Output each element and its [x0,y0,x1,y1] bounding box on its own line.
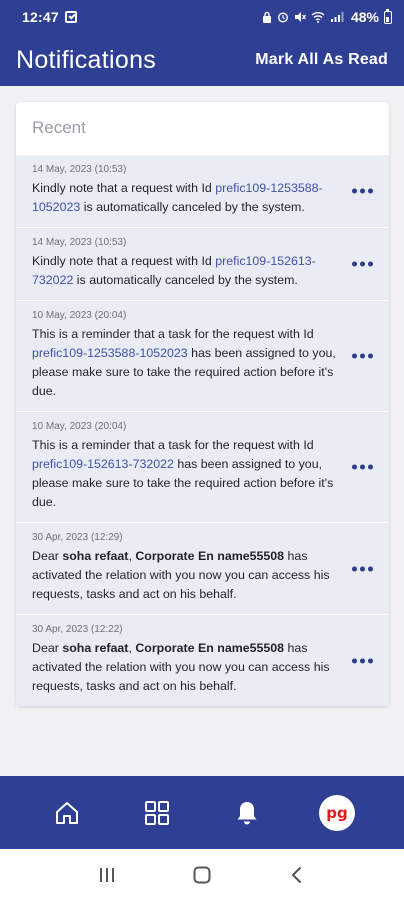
more-options-icon[interactable] [350,256,375,273]
notification-greeting: Dear [32,549,63,563]
notification-time: 10 May, 2023 (20:04) [32,310,127,321]
status-icons: 48% [262,8,392,25]
notification-greeting: Dear [32,641,63,655]
notification-text: This is a reminder that a task for the r… [32,325,337,401]
dashboard-icon [145,800,169,825]
notification-time: 30 Apr, 2023 (12:29) [32,532,123,543]
home-system-button[interactable] [182,855,222,895]
request-id-link[interactable]: prefic109-1253588-1052023 [32,346,188,360]
notification-text-after: is automatically canceled by the system. [80,200,305,214]
notification-item[interactable]: 30 Apr, 2023 (12:22) Dear soha refaat, C… [16,614,389,706]
nav-profile[interactable]: pg [312,788,362,838]
status-time: 12:47 [22,9,59,25]
notification-text-before: Kindly note that a request with Id [32,181,216,195]
notification-item[interactable]: 10 May, 2023 (20:04) This is a reminder … [16,300,389,411]
app-header: Notifications Mark All As Read [0,34,404,86]
notification-time: 14 May, 2023 (10:53) [32,164,127,175]
user-name: soha refaat [62,549,129,563]
company-name: Corporate En name55508 [135,641,285,655]
notification-text: Kindly note that a request with Id prefi… [32,252,337,290]
back-chevron-icon [291,866,301,883]
notification-item[interactable]: 14 May, 2023 (10:53) Kindly note that a … [16,154,389,227]
notification-text: Dear soha refaat, Corporate En name55508… [32,547,337,604]
notification-text: Dear soha refaat, Corporate En name55508… [32,639,337,696]
recent-apps-button[interactable] [87,855,127,895]
notification-item[interactable]: 10 May, 2023 (20:04) This is a reminder … [16,411,389,522]
lock-icon [262,11,271,23]
battery-percent: 48% [350,9,379,25]
more-options-icon[interactable] [350,560,375,577]
user-name: soha refaat [62,641,129,655]
notification-text-before: This is a reminder that a task for the r… [32,438,314,452]
notification-text-before: This is a reminder that a task for the r… [32,327,314,341]
notification-time: 10 May, 2023 (20:04) [32,421,127,432]
nav-dashboard[interactable] [132,788,182,838]
section-title: Recent [32,118,86,137]
bell-icon [237,801,257,824]
notification-time: 30 Apr, 2023 (12:22) [32,624,123,635]
more-options-icon[interactable] [350,652,375,669]
page-title: Notifications [16,45,157,74]
nav-home[interactable] [42,788,92,838]
back-button[interactable] [277,855,317,895]
avatar: pg [319,794,355,831]
notification-text: Kindly note that a request with Id prefi… [32,179,337,217]
notification-item[interactable]: 14 May, 2023 (10:53) Kindly note that a … [16,227,389,300]
company-name: Corporate En name55508 [135,549,285,563]
wifi-icon [311,12,325,23]
signal-icon [330,12,344,22]
home-square-icon [193,866,211,883]
nav-notifications[interactable] [222,788,272,838]
mark-all-as-read-button[interactable]: Mark All As Read [255,51,388,69]
more-options-icon[interactable] [350,183,375,200]
notification-time: 14 May, 2023 (10:53) [32,237,127,248]
notification-text: This is a reminder that a task for the r… [32,436,337,512]
home-icon [56,801,78,824]
mute-icon [294,12,306,22]
more-options-icon[interactable] [350,348,375,365]
notifications-card: Recent 14 May, 2023 (10:53) Kindly note … [16,102,389,706]
battery-icon [384,8,392,24]
notification-text-after: is automatically canceled by the system. [73,273,298,287]
notification-check-icon [64,11,77,23]
more-options-icon[interactable] [350,459,375,476]
notification-item[interactable]: 30 Apr, 2023 (12:29) Dear soha refaat, C… [16,522,389,614]
recent-apps-icon [100,867,115,882]
notification-text-before: Kindly note that a request with Id [32,254,216,268]
system-navigation [0,849,404,900]
bottom-navigation: pg [0,776,404,849]
alarm-icon [277,12,288,23]
notifications-content[interactable]: Recent 14 May, 2023 (10:53) Kindly note … [0,86,404,776]
status-bar: 12:47 48% [0,0,404,34]
request-id-link[interactable]: prefic109-152613-732022 [32,457,174,471]
